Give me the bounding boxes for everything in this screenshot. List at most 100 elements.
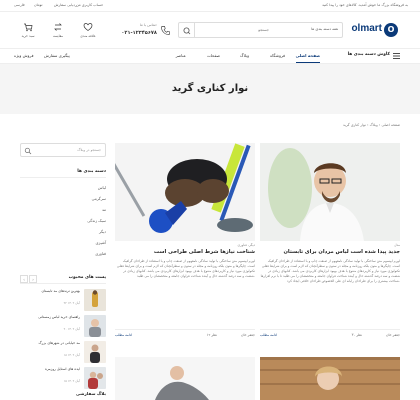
popular-post-date: ۱۵ آبان ۱۴۰۲ <box>63 379 80 383</box>
category-link[interactable]: فناوری <box>95 251 106 256</box>
search-icon <box>24 147 32 155</box>
site-header: O olmart همه دسته بندی ها تماس با ما: ۰۲… <box>0 12 420 48</box>
post-card: مدل جدید پیدا شده است لباس مردان برای تا… <box>260 143 400 343</box>
page-title: نوار کناری گرید <box>171 83 249 94</box>
post-meta: جعفر خان ۳۰ نظر ادامه مطلب <box>260 329 400 339</box>
breadcrumb-blog[interactable]: وبلاگ <box>370 123 378 127</box>
main-nav: کاوش دسته بندی ها صفحه اصلی فروشگاه وبلا… <box>0 48 420 64</box>
language-select[interactable]: فارسی <box>14 3 25 7</box>
breadcrumb: صفحه اصلی › وبلاگ › نوار کناری گرید <box>343 123 400 127</box>
divider <box>20 177 106 178</box>
read-more-link[interactable]: ادامه مطلب <box>115 333 132 337</box>
search-button[interactable] <box>179 23 195 37</box>
nav-blog[interactable]: وبلاگ <box>240 53 249 58</box>
promo-text: به فروشگاه بزرگ ما خوش آمدید. کالاهای خو… <box>322 3 408 7</box>
compare-label: مقایسه <box>52 34 64 38</box>
phone-number: ۰۲۱-۱۲۳۴۵۶۷۸ <box>121 30 157 36</box>
post-title[interactable]: جدید پیدا شده است لباس مردان برای تابستا… <box>260 249 401 255</box>
popular-post-date: ۲۰ آبان ۱۴۰۲ <box>63 327 80 331</box>
search-input[interactable] <box>199 23 269 37</box>
post-image[interactable] <box>115 143 255 241</box>
divider <box>20 283 106 284</box>
post-author[interactable]: جعفر خان <box>386 333 400 337</box>
currency-select[interactable]: تومان <box>34 3 43 7</box>
post-title[interactable]: شناخت نیازها شرط اصلی طراحی است <box>115 249 255 255</box>
popular-post-title: مد خیابانی در شهرهای بزرگ <box>38 341 81 345</box>
post-image[interactable] <box>260 357 400 400</box>
category-link[interactable]: سبک زندگی <box>87 218 106 223</box>
post-image[interactable] <box>115 357 255 400</box>
wishlist-label: علاقه مندی <box>80 34 96 38</box>
breadcrumb-separator: › <box>377 123 381 127</box>
track-order-nav-link[interactable]: پیگیری سفارش <box>44 53 70 58</box>
prev-arrow-icon[interactable]: ‹ <box>20 275 28 283</box>
breadcrumb-current: نوار کناری گرید <box>342 123 366 127</box>
logo-mark-icon: O <box>384 23 398 37</box>
categories-title: دسته بندی ها <box>77 169 106 174</box>
popular-post-date: ۲۲ آبان ۱۴۰۲ <box>63 301 80 305</box>
cart-button[interactable]: سبد خرید <box>14 22 42 42</box>
logo-text: olmart <box>351 23 382 34</box>
post-excerpt: لورم ایپسوم متن ساختگی با تولید سادگی نا… <box>260 259 400 284</box>
phone-label: تماس با ما: <box>139 23 157 27</box>
search-bar: همه دسته بندی ها <box>178 22 343 38</box>
my-account-link[interactable]: حساب کاربری من <box>76 3 103 7</box>
logo[interactable]: O olmart <box>351 22 398 38</box>
search-icon <box>183 27 191 35</box>
special-sale-link[interactable]: فروش ویژه <box>14 53 34 58</box>
post-author[interactable]: جعفر خان <box>241 333 255 337</box>
post-excerpt: لورم ایپسوم متن ساختگی با تولید سادگی نا… <box>116 259 255 279</box>
compare-icon <box>54 23 62 31</box>
post-thumbnail <box>84 341 106 363</box>
post-comments[interactable]: ۳۰ نظر <box>352 333 362 337</box>
nav-pages[interactable]: صفحات <box>207 53 220 58</box>
blog-search-placeholder: جستجو در وبلاگ <box>77 148 101 152</box>
post-card: دیگر، فناوری شناخت نیازها شرط اصلی طراحی… <box>115 143 255 343</box>
custom-blog-title: بلاگ سفارشی <box>76 391 106 396</box>
post-meta: جعفر خان ۱۲ نظر ادامه مطلب <box>115 329 255 339</box>
read-more-link[interactable]: ادامه مطلب <box>260 333 277 337</box>
sidebar: جستجو در وبلاگ دسته بندی ها لباس سرگرمی … <box>20 143 106 400</box>
popular-posts-title: پست های محبوب <box>68 275 106 280</box>
header-icons: سبد خرید مقایسه علاقه مندی <box>14 22 104 42</box>
popular-post-title: ایده های استایل روزمره <box>45 367 80 371</box>
category-link[interactable]: سرگرمی <box>92 196 106 201</box>
contact-phone: تماس با ما: ۰۲۱-۱۲۳۴۵۶۷۸ <box>113 21 173 41</box>
browse-categories-button[interactable]: کاوش دسته بندی ها <box>347 52 400 59</box>
top-bar: به فروشگاه بزرگ ما خوش آمدید. کالاهای خو… <box>0 0 420 12</box>
category-link[interactable]: دیگر <box>99 229 106 234</box>
cart-label: سبد خرید <box>21 34 35 38</box>
track-order-link[interactable]: ردیابی سفارش <box>54 3 77 7</box>
menu-icon <box>393 53 400 59</box>
popular-post-title: بهترین ترندهای مد تابستان <box>41 289 80 293</box>
post-thumbnail <box>84 367 106 389</box>
nav-elements[interactable]: عناصر <box>176 53 186 58</box>
popular-post[interactable]: بهترین ترندهای مد تابستان ۲۲ آبان ۱۴۰۲ <box>20 289 106 311</box>
post-category[interactable]: دیگر، فناوری <box>238 243 255 247</box>
next-arrow-icon[interactable]: › <box>29 275 37 283</box>
category-link[interactable]: مد <box>102 207 106 212</box>
compare-button[interactable]: مقایسه <box>44 22 72 42</box>
popular-post-date: ۱۸ آبان ۱۴۰۲ <box>63 353 80 357</box>
category-link[interactable]: آشپزی <box>96 240 106 245</box>
post-image[interactable] <box>260 143 400 241</box>
popular-post[interactable]: مد خیابانی در شهرهای بزرگ ۱۸ آبان ۱۴۰۲ <box>20 341 106 363</box>
popular-post[interactable]: راهنمای خرید لباس زمستانی ۲۰ آبان ۱۴۰۲ <box>20 315 106 337</box>
post-thumbnail <box>84 315 106 337</box>
wishlist-button[interactable]: علاقه مندی <box>74 22 102 42</box>
phone-icon <box>161 26 170 35</box>
nav-home[interactable]: صفحه اصلی <box>295 53 321 63</box>
popular-posts-arrows: ‹ › <box>20 275 44 283</box>
post-comments[interactable]: ۱۲ نظر <box>207 333 217 337</box>
nav-shop[interactable]: فروشگاه <box>270 53 285 58</box>
browse-categories-label: کاوش دسته بندی ها <box>347 52 390 57</box>
post-category[interactable]: مدل <box>394 243 400 247</box>
blog-search-field[interactable]: جستجو در وبلاگ <box>20 143 106 157</box>
search-category-select[interactable]: همه دسته بندی ها <box>311 27 338 31</box>
breadcrumb-separator: › <box>365 123 369 127</box>
post-thumbnail <box>84 289 106 311</box>
breadcrumb-home[interactable]: صفحه اصلی <box>382 123 401 127</box>
heart-icon <box>83 23 93 31</box>
category-link[interactable]: لباس <box>98 185 106 190</box>
popular-post[interactable]: ایده های استایل روزمره ۱۵ آبان ۱۴۰۲ <box>20 367 106 389</box>
